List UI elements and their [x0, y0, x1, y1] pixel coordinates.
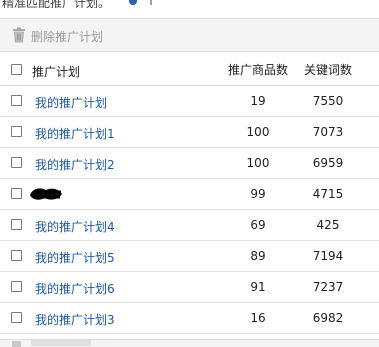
table-row: 我的推广计划5 89 7194 — [0, 241, 379, 272]
product-count: 100 — [246, 156, 270, 170]
row-checkbox[interactable] — [11, 219, 22, 230]
top-fragment-text: 精准匹配推广计划。 — [2, 0, 111, 8]
product-count: 16 — [250, 311, 266, 325]
row-checkbox[interactable] — [11, 157, 22, 168]
product-count: 99 — [250, 187, 266, 201]
keyword-count: 7073 — [312, 125, 344, 139]
radio-selected-icon[interactable] — [129, 0, 137, 5]
table-row: 我的推广计划4 69 425 — [0, 210, 379, 241]
top-cutoff-strip: 精准匹配推广计划。 ↑ — [0, 0, 379, 8]
campaign-name-link[interactable]: 我的推广计划4 — [35, 218, 115, 235]
keyword-count: 7550 — [312, 94, 344, 108]
select-all-checkbox[interactable] — [11, 64, 22, 75]
campaign-name-link[interactable]: 我的推广计划1 — [35, 125, 115, 142]
product-count: 19 — [250, 94, 266, 108]
bottom-toolbar-cutoff — [0, 339, 379, 347]
product-count: 91 — [250, 280, 266, 294]
top-fragment-after: ↑ — [146, 0, 157, 8]
table-row: 我的推广计划2 100 6959 — [0, 148, 379, 179]
table-row: 我的推广计划6 91 7237 — [0, 272, 379, 303]
table-row: 99 4715 — [0, 179, 379, 210]
product-count: 89 — [250, 249, 266, 263]
campaign-list-page: 精准匹配推广计划。 ↑ 删除推广计划 推广计划 推广商品数 关键词数 我的推广计… — [0, 0, 379, 347]
keyword-count: 425 — [316, 218, 340, 232]
keyword-count: 7194 — [312, 249, 344, 263]
delete-campaign-button[interactable]: 删除推广计划 — [31, 28, 103, 45]
product-count: 100 — [246, 125, 270, 139]
keyword-count: 4715 — [312, 187, 344, 201]
row-checkbox[interactable] — [11, 281, 22, 292]
campaign-name-link[interactable]: 我的推广计划2 — [35, 156, 115, 173]
toolbar: 删除推广计划 — [0, 18, 379, 52]
keyword-count: 7237 — [312, 280, 344, 294]
campaign-name-link[interactable]: 我的推广计划6 — [35, 280, 115, 297]
campaign-name-link[interactable]: 我的推广计划3 — [35, 311, 115, 328]
row-checkbox[interactable] — [11, 188, 22, 199]
column-header-keywords: 关键词数 — [304, 63, 353, 77]
table-row: 我的推广计划1 100 7073 — [0, 117, 379, 148]
row-checkbox[interactable] — [11, 126, 22, 137]
table-row: 我的推广计划3 16 6982 — [0, 303, 379, 334]
table-header: 推广计划 推广商品数 关键词数 — [0, 52, 379, 86]
column-header-name: 推广计划 — [32, 65, 81, 79]
campaign-name-link[interactable]: 我的推广计划5 — [35, 249, 115, 266]
scribble-redaction — [30, 188, 62, 200]
row-checkbox[interactable] — [11, 95, 22, 106]
product-count: 69 — [250, 218, 266, 232]
table-row: 我的推广计划 19 7550 — [0, 86, 379, 117]
trash-icon — [12, 341, 21, 347]
keyword-count: 6959 — [312, 156, 344, 170]
bottom-toolbar-label-fragment — [31, 340, 91, 346]
keyword-count: 6982 — [312, 311, 344, 325]
row-checkbox[interactable] — [11, 250, 22, 261]
row-checkbox[interactable] — [11, 312, 22, 323]
campaign-name-link[interactable]: 我的推广计划 — [35, 94, 107, 111]
trash-icon — [12, 27, 26, 47]
column-header-products: 推广商品数 — [228, 63, 289, 77]
